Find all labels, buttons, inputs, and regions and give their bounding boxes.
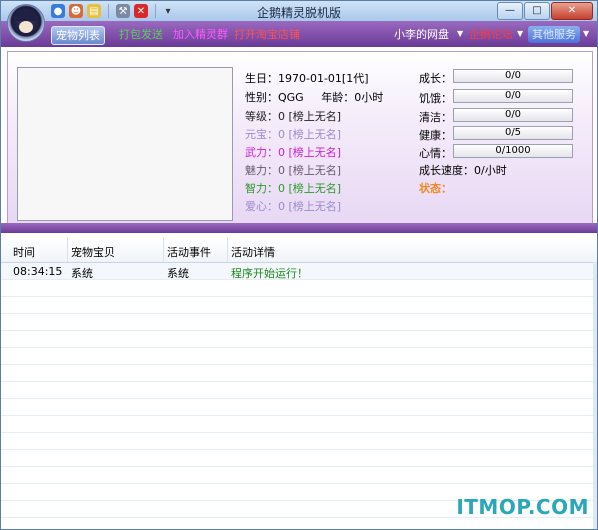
cell-event: 系统 <box>167 267 189 280</box>
col-divider[interactable] <box>67 238 68 262</box>
table-row-empty <box>1 297 593 314</box>
table-row-empty <box>1 467 593 484</box>
chevron-down-icon[interactable]: ▼ <box>517 29 523 38</box>
aixin-row: 爱心：0 [榜上无名] <box>245 200 342 213</box>
birthday-label: 生日： <box>245 72 278 85</box>
table-row-empty <box>1 280 593 297</box>
scrollbar[interactable] <box>593 262 597 529</box>
table-row-empty <box>1 331 593 348</box>
main-window: ● ☻ ▤ ⚒ ✕ ▾ 企鹅精灵脱机版 — □ ✕ 宠物列表 打包发送 加入精灵… <box>0 0 598 530</box>
cell-detail: 程序开始运行！ <box>231 267 308 280</box>
table-row-empty <box>1 416 593 433</box>
tab-bar: 宠物列表 打包发送 加入精灵群 打开淘宝店铺 小李的网盘 ▼ 企鹅论坛 ▼ 其他… <box>1 21 597 47</box>
clean-bar: 0/0 <box>453 108 573 122</box>
col-pet[interactable]: 宠物宝贝 <box>71 244 115 260</box>
table-row-empty <box>1 450 593 467</box>
table-row-empty <box>1 348 593 365</box>
gender-label: 性别： <box>245 91 278 104</box>
level-row: 等级：0 [榜上无名] <box>245 110 342 123</box>
tab-pet-list[interactable]: 宠物列表 <box>51 26 105 45</box>
wuli-row: 武力：0 [榜上无名] <box>245 146 342 159</box>
pet-image <box>17 67 233 221</box>
mood-label: 心情： <box>419 147 452 160</box>
maximize-button[interactable]: □ <box>524 2 550 20</box>
table-row-empty <box>1 314 593 331</box>
table-row[interactable]: 08:34:15 系统 系统 程序开始运行！ <box>1 263 593 280</box>
hunger-label: 饥饿： <box>419 92 452 105</box>
col-divider[interactable] <box>227 238 228 262</box>
tab-open-shop[interactable]: 打开淘宝店铺 <box>234 26 300 43</box>
tab-more-services[interactable]: 其他服务 <box>528 26 580 43</box>
app-logo-avatar[interactable] <box>7 4 45 42</box>
tab-send[interactable]: 打包发送 <box>119 26 163 43</box>
age-value: 0小时 <box>354 91 384 104</box>
health-label: 健康： <box>419 129 452 142</box>
table-row-empty <box>1 433 593 450</box>
hat-icon <box>16 11 36 21</box>
chevron-down-icon[interactable]: ▼ <box>583 29 589 38</box>
clean-label: 清洁： <box>419 111 452 124</box>
col-divider[interactable] <box>163 238 164 262</box>
tab-netdisk[interactable]: 小李的网盘 <box>394 26 449 43</box>
minimize-button[interactable]: — <box>497 2 523 20</box>
window-controls: — □ ✕ <box>497 2 593 20</box>
status-label: 状态： <box>419 182 452 195</box>
col-time[interactable]: 时间 <box>13 244 35 260</box>
mood-bar: 0/1000 <box>453 144 573 158</box>
pet-info-panel: 生日：1970-01-01[1代] 性别：QGG 年龄：0小时 等级：0 [榜上… <box>7 51 593 225</box>
cell-pet: 系统 <box>71 267 93 280</box>
growth-speed-label: 成长速度： <box>419 164 474 177</box>
birthday-value: 1970-01-01[1代] <box>278 72 369 85</box>
watermark: ITMOP.COM <box>456 495 589 519</box>
cell-time: 08:34:15 <box>13 265 63 278</box>
table-row-empty <box>1 365 593 382</box>
age-label: 年龄： <box>321 91 355 104</box>
close-button[interactable]: ✕ <box>551 2 593 20</box>
growth-bar: 0/0 <box>453 69 573 83</box>
growth-speed-row: 成长速度：0/小时 <box>419 162 507 178</box>
meili-row: 魅力：0 [榜上无名] <box>245 164 342 177</box>
zhili-row: 智力：0 [榜上无名] <box>245 182 342 195</box>
birthday-row: 生日：1970-01-01[1代] <box>245 70 369 86</box>
growth-label: 成长： <box>419 72 452 85</box>
log-header: 时间 宠物宝贝 活动事件 活动详情 <box>1 238 597 263</box>
activity-log: 时间 宠物宝贝 活动事件 活动详情 08:34:15 系统 系统 程序开始运行！ <box>1 238 597 529</box>
panel-divider <box>1 223 597 233</box>
face-icon <box>19 21 33 33</box>
col-detail[interactable]: 活动详情 <box>231 244 275 260</box>
chevron-down-icon[interactable]: ▼ <box>457 29 463 38</box>
title-bar: ● ☻ ▤ ⚒ ✕ ▾ 企鹅精灵脱机版 — □ ✕ <box>1 1 597 21</box>
col-event[interactable]: 活动事件 <box>167 244 211 260</box>
hunger-bar: 0/0 <box>453 89 573 103</box>
gender-row: 性别：QGG 年龄：0小时 <box>245 89 383 105</box>
health-bar: 0/5 <box>453 126 573 140</box>
gender-value: QGG <box>278 91 304 104</box>
growth-speed-value: 0/小时 <box>474 164 507 177</box>
yuanbao-row: 元宝：0 [榜上无名] <box>245 128 342 141</box>
table-row-empty <box>1 382 593 399</box>
tab-forum[interactable]: 企鹅论坛 <box>469 26 513 43</box>
tab-join-group[interactable]: 加入精灵群 <box>173 26 228 43</box>
table-row-empty <box>1 399 593 416</box>
